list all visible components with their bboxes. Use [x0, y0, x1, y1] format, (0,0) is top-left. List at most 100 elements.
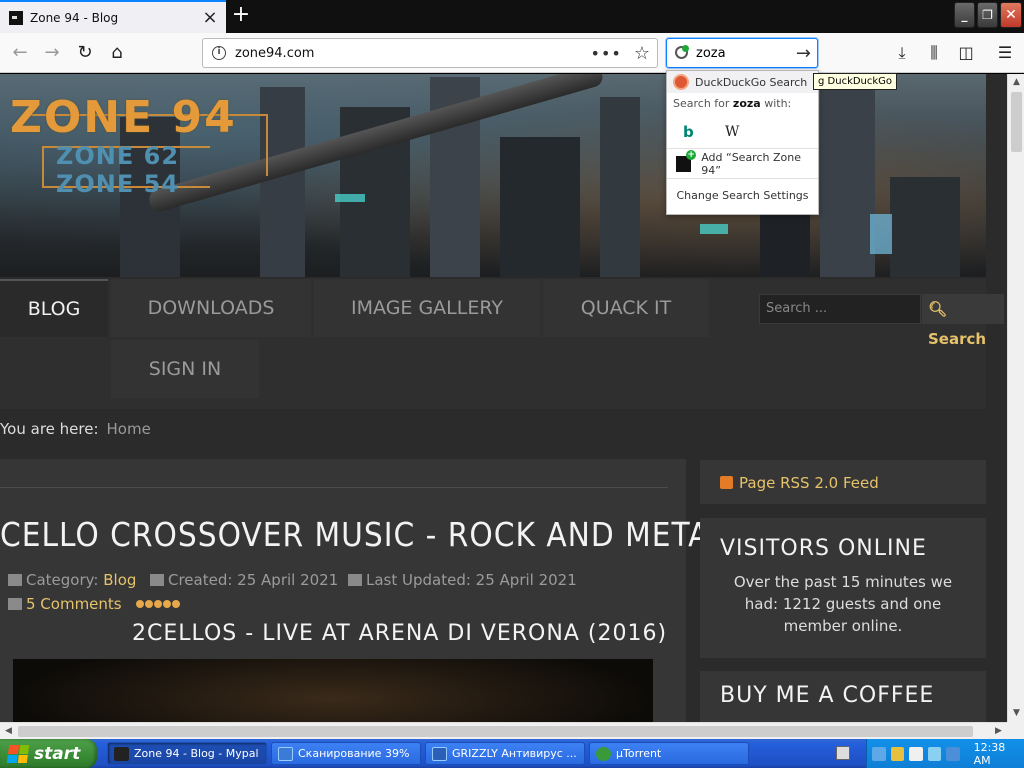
downloads-icon[interactable]: ⤓	[891, 42, 913, 64]
menu-item-downloads[interactable]: DOWNLOADS	[111, 279, 311, 337]
horizontal-scrollbar[interactable]: ◀ ▶	[0, 722, 1007, 739]
visitors-title: VISITORS ONLINE	[720, 536, 927, 561]
scroll-corner	[1007, 722, 1024, 739]
add-search-engine-item[interactable]: Add “Search Zone 94”	[667, 149, 818, 179]
sidebar-icon[interactable]: ◫	[955, 42, 977, 64]
taskbar-item-browser[interactable]: Zone 94 - Blog - Mypal	[107, 742, 267, 765]
taskbar: start Zone 94 - Blog - Mypal Сканировани…	[0, 739, 1024, 768]
vertical-scroll-thumb[interactable]	[1011, 92, 1022, 152]
visitors-online-module: VISITORS ONLINE Over the past 15 minutes…	[700, 518, 986, 658]
site-search-button[interactable]: 🔍︎ Search	[922, 294, 1004, 348]
page-actions-button[interactable]: •••	[591, 44, 622, 63]
window-controls: _ ❐ ✕	[954, 2, 1022, 28]
system-tray: 12:38 AM	[866, 739, 1024, 768]
wikipedia-icon[interactable]: W	[725, 124, 741, 140]
menu-item-sign-in[interactable]: SIGN IN	[111, 340, 259, 398]
one-off-engines: b W	[667, 115, 818, 149]
new-tab-button[interactable]: +	[229, 4, 253, 28]
calendar-icon	[348, 574, 362, 586]
site-search-input[interactable]: Search ...	[759, 294, 921, 324]
search-bar[interactable]: zoza →	[666, 38, 818, 68]
search-go-button[interactable]: →	[796, 43, 811, 64]
network-icon[interactable]	[872, 746, 886, 761]
taskbar-item-utorrent[interactable]: µTorrent	[589, 742, 749, 765]
buy-me-a-coffee-module: BUY ME A COFFEE	[700, 671, 986, 722]
shield-icon[interactable]	[890, 746, 905, 761]
tooltip: g DuckDuckGo	[813, 73, 898, 90]
tab-title: Zone 94 - Blog	[30, 10, 119, 25]
article-created: Created: 25 April 2021	[150, 571, 338, 589]
current-engine-label: DuckDuckGo Search	[695, 75, 808, 89]
comment-icon	[8, 598, 22, 610]
connection-icon[interactable]	[927, 746, 942, 761]
horizontal-scroll-thumb[interactable]	[18, 726, 973, 737]
info-icon[interactable]: i	[212, 46, 226, 60]
forward-button[interactable]: →	[38, 39, 66, 67]
vertical-scrollbar[interactable]: ▲ ▼	[1007, 74, 1024, 722]
scroll-left-icon[interactable]: ◀	[0, 723, 17, 740]
volume-icon[interactable]	[909, 746, 923, 761]
taskbar-item-scan[interactable]: Сканирование 39%	[271, 742, 421, 765]
category-link[interactable]: Blog	[103, 571, 136, 589]
taskbar-item-antivirus[interactable]: GRIZZLY Антивирус ...	[425, 742, 585, 765]
video-player[interactable]	[13, 659, 653, 722]
rss-feed-link[interactable]: Page RSS 2.0 Feed	[700, 460, 986, 504]
tray-app-icon[interactable]	[946, 746, 960, 761]
close-window-button[interactable]: ✕	[1000, 2, 1022, 28]
utorrent-app-icon	[596, 746, 611, 761]
site-banner: ZONE 94 ZONE 62 ZONE 54	[0, 74, 986, 277]
site-logo-sub: ZONE 62 ZONE 54	[56, 142, 180, 198]
site-favicon-icon	[9, 10, 23, 25]
scroll-down-icon[interactable]: ▼	[1008, 705, 1024, 722]
site-logo[interactable]: ZONE 94	[10, 92, 237, 143]
article-subtitle: 2CELLOS - LIVE AT ARENA DI VERONA (2016)	[132, 621, 668, 646]
tab-close-icon[interactable]: ×	[200, 7, 220, 28]
duckduckgo-icon	[673, 74, 689, 90]
menu-item-blog[interactable]: BLOG	[0, 279, 108, 337]
browser-app-icon	[114, 746, 129, 761]
change-search-settings-button[interactable]: Change Search Settings	[667, 179, 818, 212]
search-for-label: Search for zoza with:	[673, 97, 792, 110]
minimize-button[interactable]: _	[954, 2, 975, 28]
show-desktop-icon[interactable]	[836, 746, 850, 760]
breadcrumb: You are here: Home	[0, 414, 986, 444]
search-engine-icon[interactable]	[674, 45, 690, 61]
library-icon[interactable]: ⫼	[923, 42, 945, 64]
back-button[interactable]: ←	[6, 39, 34, 67]
scroll-right-icon[interactable]: ▶	[990, 723, 1007, 740]
menu-icon[interactable]: ☰	[994, 42, 1016, 64]
rss-icon	[720, 476, 733, 489]
restore-button[interactable]: ❐	[977, 2, 998, 28]
current-engine-row[interactable]: DuckDuckGo Search	[667, 71, 818, 93]
article: CELLO CROSSOVER MUSIC - ROCK AND METAL C…	[0, 459, 726, 722]
folder-icon	[8, 574, 22, 586]
menu-item-quack-it[interactable]: QUACK IT	[543, 279, 709, 337]
home-button[interactable]: ⌂	[103, 39, 131, 67]
breadcrumb-prefix: You are here:	[0, 420, 99, 438]
windows-logo-icon	[6, 744, 30, 763]
reload-button[interactable]: ↻	[71, 39, 99, 67]
comments-link[interactable]: 5 Comments	[26, 595, 122, 613]
article-title[interactable]: CELLO CROSSOVER MUSIC - ROCK AND METAL	[0, 515, 727, 554]
article-category: Category: Blog	[8, 571, 136, 589]
navigation-toolbar: ← → ↻ ⌂ i zone94.com ••• ☆ zoza → ⤓ ⫼ ◫ …	[0, 33, 1024, 73]
breadcrumb-home-link[interactable]: Home	[107, 420, 151, 438]
scan-app-icon	[278, 746, 293, 761]
url-bar[interactable]: i zone94.com ••• ☆	[202, 38, 658, 68]
tab-strip: Zone 94 - Blog × + _ ❐ ✕	[0, 0, 1024, 33]
menu-item-image-gallery[interactable]: IMAGE GALLERY	[314, 279, 540, 337]
url-text[interactable]: zone94.com	[235, 46, 591, 61]
visitors-text: Over the past 15 minutes we had: 1212 gu…	[733, 573, 953, 635]
bing-icon[interactable]: b	[683, 124, 699, 140]
scroll-up-icon[interactable]: ▲	[1008, 74, 1024, 91]
clock[interactable]: 12:38 AM	[974, 741, 1024, 767]
article-updated: Last Updated: 25 April 2021	[348, 571, 577, 589]
bookmark-star-icon[interactable]: ☆	[634, 43, 650, 64]
article-comments: 5 Comments	[8, 595, 181, 613]
start-button[interactable]: start	[0, 739, 97, 768]
tab-zone94[interactable]: Zone 94 - Blog ×	[0, 0, 226, 33]
search-suggestions-popup: DuckDuckGo Search Search for zoza with: …	[666, 70, 819, 215]
rating-stars[interactable]	[136, 595, 181, 613]
search-input[interactable]: zoza	[696, 46, 796, 61]
search-icon: 🔍︎	[928, 300, 948, 318]
